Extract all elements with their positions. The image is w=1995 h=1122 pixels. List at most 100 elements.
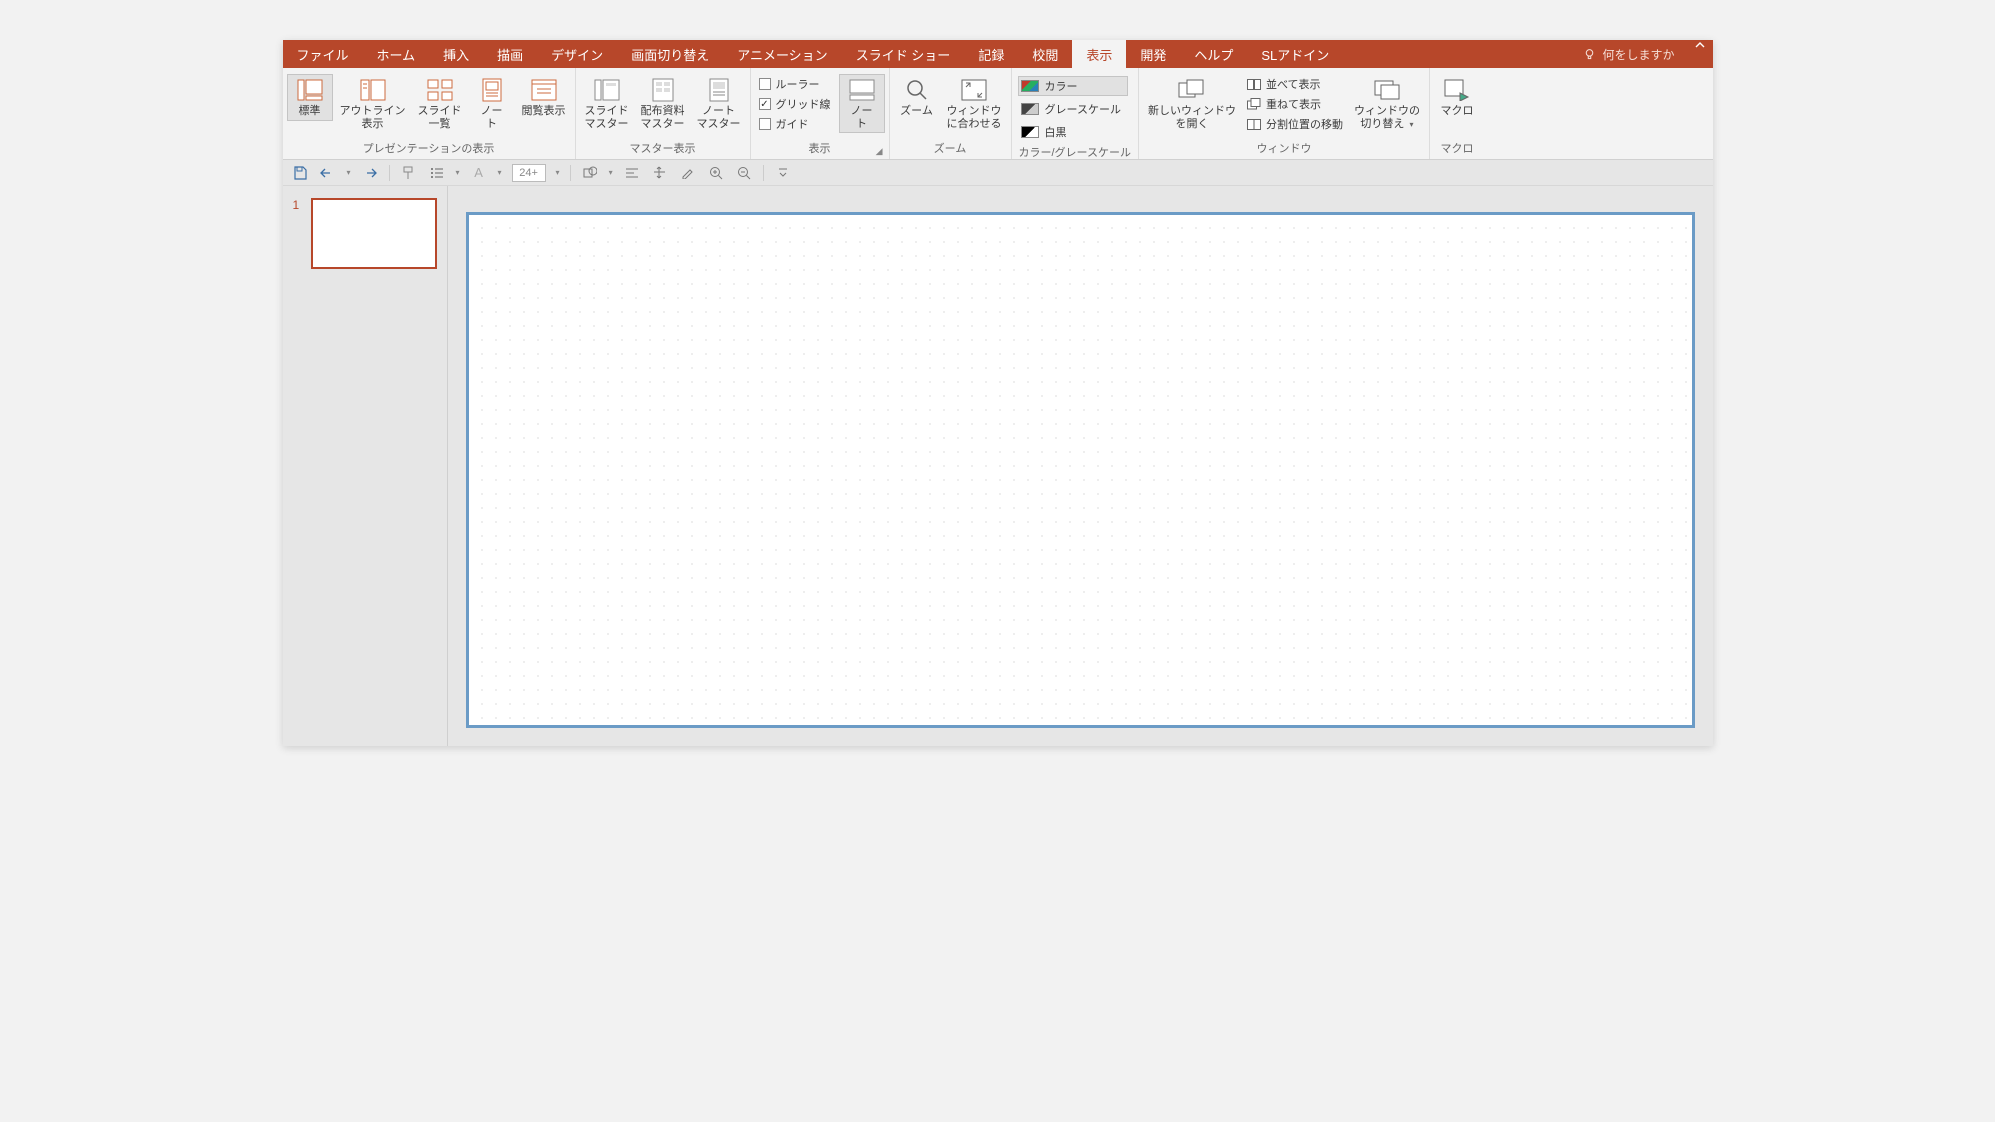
thumbnail-item[interactable]: 1	[293, 198, 437, 269]
reading-view-icon	[530, 77, 558, 103]
customize-qat-button[interactable]	[774, 164, 792, 182]
cascade-button[interactable]: 重ねて表示	[1247, 96, 1343, 112]
bullets-button[interactable]	[428, 164, 446, 182]
reading-view-button[interactable]: 閲覧表示	[517, 74, 571, 121]
tab-developer[interactable]: 開発	[1126, 40, 1180, 68]
zoom-icon	[903, 77, 931, 103]
undo-dropdown-icon[interactable]: ▾	[347, 168, 351, 177]
tab-review[interactable]: 校閲	[1018, 40, 1072, 68]
zoom-out-button[interactable]	[735, 164, 753, 182]
notes-toggle-button[interactable]: ノー ト	[839, 74, 885, 133]
notes-page-button[interactable]: ノー ト	[469, 74, 515, 133]
outline-view-icon	[359, 77, 387, 103]
tab-draw[interactable]: 描画	[483, 40, 537, 68]
group-label-color-grayscale: カラー/グレースケール	[1016, 142, 1134, 163]
font-size-input[interactable]: 24+	[512, 164, 546, 182]
quick-access-toolbar: ▾ ▾ A ▾ 24+ ▾ ▾	[283, 160, 1713, 186]
tab-help[interactable]: ヘルプ	[1180, 40, 1247, 68]
fit-to-window-button[interactable]: ウィンドウ に合わせる	[942, 74, 1007, 133]
normal-view-icon	[296, 77, 324, 103]
tab-file[interactable]: ファイル	[283, 40, 363, 68]
arrange-button[interactable]	[651, 164, 669, 182]
format-painter-button[interactable]	[400, 164, 418, 182]
notes-master-button[interactable]: ノート マスター	[692, 74, 746, 133]
notes-page-icon	[478, 77, 506, 103]
slide-thumbnails-panel[interactable]: 1	[283, 186, 448, 746]
group-color-grayscale: カラー グレースケール 白黒 カラー/グレースケール	[1012, 68, 1139, 159]
group-label-presentation-views: プレゼンテーションの表示	[287, 138, 571, 159]
thumbnail-preview[interactable]	[311, 198, 437, 269]
fit-window-icon	[960, 77, 988, 103]
gridlines-checkbox[interactable]: ✓ グリッド線	[759, 96, 831, 112]
checkbox-checked-icon: ✓	[759, 98, 771, 110]
tab-insert[interactable]: 挿入	[429, 40, 483, 68]
move-split-button[interactable]: 分割位置の移動	[1247, 116, 1343, 132]
grayscale-swatch-icon	[1021, 103, 1039, 115]
macros-icon	[1443, 77, 1471, 103]
edit-shape-button[interactable]	[679, 164, 697, 182]
switch-windows-icon	[1373, 77, 1401, 103]
dialog-launcher-icon[interactable]: ◢	[876, 146, 883, 157]
ruler-checkbox[interactable]: ルーラー	[759, 76, 831, 92]
tab-design[interactable]: デザイン	[537, 40, 617, 68]
font-size-dropdown-icon[interactable]: ▾	[556, 168, 560, 177]
bullets-dropdown-icon[interactable]: ▾	[456, 168, 460, 177]
font-color-dropdown-icon[interactable]: ▾	[498, 168, 502, 177]
font-color-button[interactable]: A	[470, 164, 488, 182]
group-label-macros: マクロ	[1434, 138, 1480, 159]
ribbon-tabs: ファイル ホーム 挿入 描画 デザイン 画面切り替え アニメーション スライド …	[283, 40, 1713, 68]
outline-view-button[interactable]: アウトライン 表示	[335, 74, 411, 133]
collapse-ribbon-icon[interactable]	[1687, 40, 1713, 68]
checkbox-icon	[759, 118, 771, 130]
cascade-icon	[1247, 98, 1261, 110]
tab-sl-addin[interactable]: SLアドイン	[1247, 40, 1343, 68]
tell-me-placeholder: 何をしますか	[1602, 46, 1674, 63]
tell-me-search[interactable]: 何をしますか	[1571, 40, 1686, 68]
tab-slideshow[interactable]: スライド ショー	[842, 40, 965, 68]
save-button[interactable]	[291, 164, 309, 182]
redo-button[interactable]	[361, 164, 379, 182]
tab-home[interactable]: ホーム	[363, 40, 430, 68]
guides-checkbox[interactable]: ガイド	[759, 116, 831, 132]
handout-master-button[interactable]: 配布資料 マスター	[636, 74, 690, 133]
undo-button[interactable]	[319, 164, 337, 182]
group-master-views: スライド マスター 配布資料 マスター ノート マスター マスター表示	[576, 68, 751, 159]
grayscale-mode-button[interactable]: グレースケール	[1018, 99, 1128, 119]
tab-animations[interactable]: アニメーション	[723, 40, 841, 68]
shapes-button[interactable]	[581, 164, 599, 182]
slide-master-icon	[593, 77, 621, 103]
ribbon-panel: 標準 アウトライン 表示 スライド 一覧	[283, 68, 1713, 160]
group-label-window: ウィンドウ	[1143, 138, 1425, 159]
group-window: 新しいウィンドウ を開く 並べて表示 重ねて表示	[1139, 68, 1430, 159]
color-mode-button[interactable]: カラー	[1018, 76, 1128, 96]
shapes-dropdown-icon[interactable]: ▾	[609, 168, 613, 177]
group-label-master-views: マスター表示	[580, 138, 746, 159]
slide-sorter-icon	[426, 77, 454, 103]
slide-canvas[interactable]	[466, 212, 1695, 728]
lightbulb-icon	[1583, 48, 1596, 61]
arrange-all-icon	[1247, 78, 1261, 90]
tab-transitions[interactable]: 画面切り替え	[617, 40, 723, 68]
powerpoint-window: ファイル ホーム 挿入 描画 デザイン 画面切り替え アニメーション スライド …	[283, 40, 1713, 746]
group-label-show: 表示 ◢	[755, 138, 885, 159]
align-button[interactable]	[623, 164, 641, 182]
work-area: 1	[283, 186, 1713, 746]
new-window-button[interactable]: 新しいウィンドウ を開く	[1143, 74, 1241, 133]
thumbnail-number: 1	[293, 198, 305, 269]
group-macros: マクロ マクロ	[1430, 68, 1484, 159]
group-zoom: ズーム ウィンドウ に合わせる ズーム	[890, 68, 1012, 159]
tab-record[interactable]: 記録	[964, 40, 1018, 68]
zoom-button[interactable]: ズーム	[894, 74, 940, 121]
zoom-in-button[interactable]	[707, 164, 725, 182]
switch-windows-button[interactable]: ウィンドウの 切り替え ▾	[1349, 74, 1425, 133]
slide-sorter-button[interactable]: スライド 一覧	[413, 74, 467, 133]
color-swatch-icon	[1021, 80, 1039, 92]
bw-swatch-icon	[1021, 126, 1039, 138]
tab-view[interactable]: 表示	[1072, 40, 1126, 68]
normal-view-button[interactable]: 標準	[287, 74, 333, 121]
handout-master-icon	[649, 77, 677, 103]
arrange-all-button[interactable]: 並べて表示	[1247, 76, 1343, 92]
blackwhite-mode-button[interactable]: 白黒	[1018, 122, 1128, 142]
slide-master-button[interactable]: スライド マスター	[580, 74, 634, 133]
macros-button[interactable]: マクロ	[1434, 74, 1480, 121]
